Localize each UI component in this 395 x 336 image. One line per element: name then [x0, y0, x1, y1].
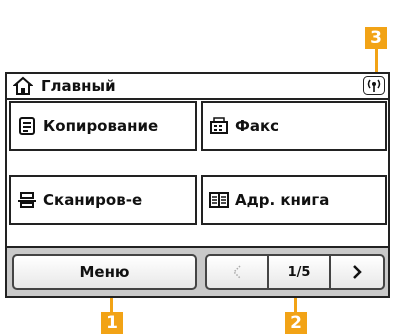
callout-2-leader: [294, 298, 297, 312]
fax-icon: [210, 117, 228, 134]
next-page-button[interactable]: [329, 256, 383, 288]
touch-screen: Главный Копирование Факс Сканиров-е Адр.…: [5, 72, 390, 298]
address-book-icon: [209, 192, 229, 208]
page-indicator: 1/5: [287, 264, 311, 280]
chevron-left-icon: [232, 265, 241, 279]
copy-button[interactable]: Копирование: [9, 101, 197, 151]
chevron-right-icon: [353, 265, 362, 279]
menu-button-label: Меню: [79, 263, 130, 281]
callout-3: 3: [365, 27, 387, 49]
wireless-icon: [363, 76, 385, 95]
page-title: Главный: [41, 77, 116, 95]
copy-icon: [19, 117, 35, 135]
scan-button-label: Сканиров-е: [43, 191, 143, 209]
fax-button-label: Факс: [235, 117, 280, 135]
callout-1: 1: [101, 312, 123, 334]
copy-button-label: Копирование: [43, 117, 159, 135]
scan-icon: [18, 192, 36, 208]
callout-2: 2: [285, 312, 307, 334]
menu-button[interactable]: Меню: [12, 254, 197, 290]
prev-page-button[interactable]: [207, 256, 269, 288]
page-navigator: 1/5: [205, 254, 385, 290]
address-book-button-label: Адр. книга: [235, 191, 330, 209]
home-icon[interactable]: [13, 76, 33, 96]
fax-button[interactable]: Факс: [201, 101, 387, 151]
callout-3-leader: [375, 49, 378, 72]
address-book-button[interactable]: Адр. книга: [201, 175, 387, 225]
header-bar: Главный: [7, 74, 388, 100]
bottom-bar: Меню 1/5: [7, 246, 388, 296]
scan-button[interactable]: Сканиров-е: [9, 175, 197, 225]
callout-1-leader: [110, 298, 113, 312]
